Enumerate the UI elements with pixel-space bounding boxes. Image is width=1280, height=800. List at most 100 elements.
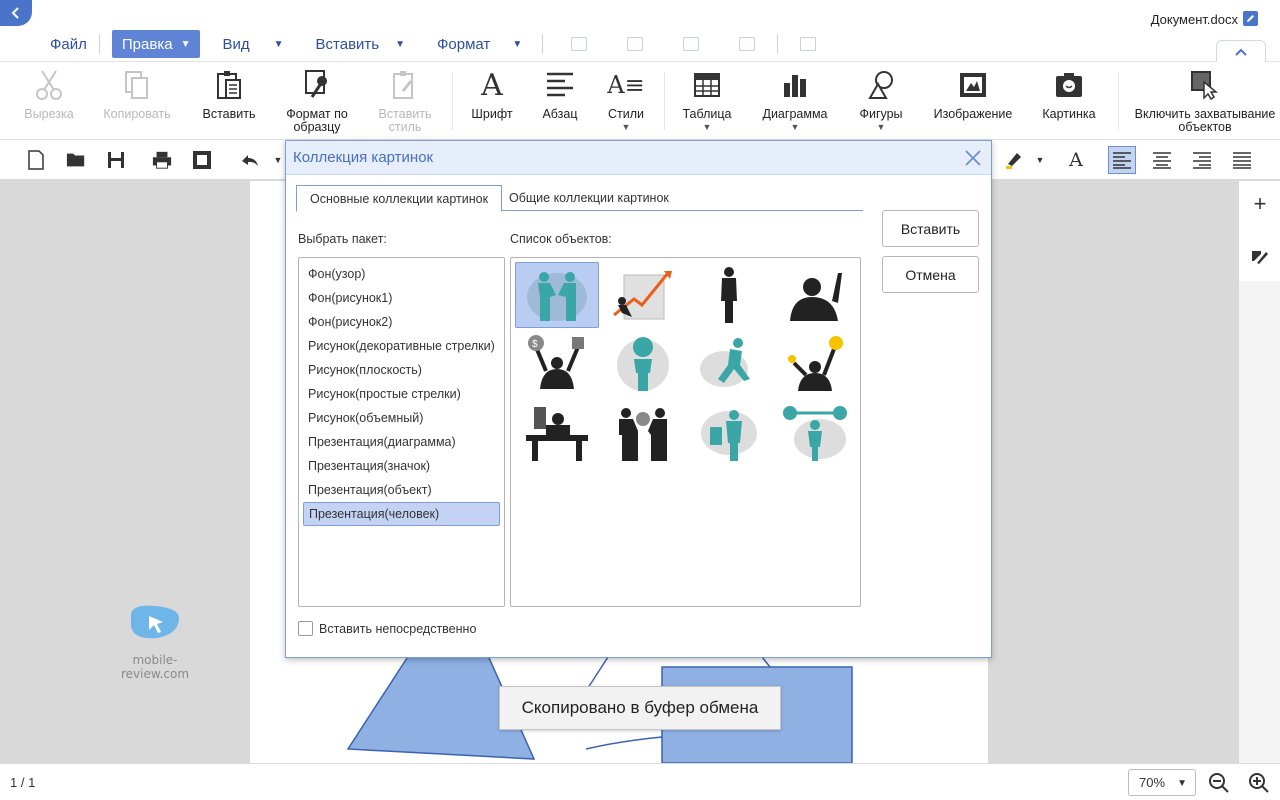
edit-title-icon[interactable] [1243,11,1258,26]
clipart-desk-worker[interactable] [515,400,599,466]
list-item[interactable]: Рисунок(декоративные стрелки) [303,334,500,358]
collapse-ribbon-button[interactable] [1216,40,1266,62]
menu-format-label: Формат [437,35,491,53]
clipart-globe-holder[interactable] [601,330,685,396]
chart-button[interactable]: Диаграмма ▼ [758,68,832,134]
image-label: Изображение [933,107,1013,121]
list-item-selected[interactable]: Презентация(человек) [303,502,500,526]
shapes-icon [864,68,898,102]
copy-button[interactable]: Копировать [100,68,174,121]
direct-insert-option[interactable]: Вставить непосредственно [298,621,476,636]
chart-icon[interactable] [627,37,644,51]
back-button[interactable] [0,0,32,26]
list-item[interactable]: Рисунок(простые стрелки) [303,382,500,406]
chevron-down-icon: ▼ [790,122,800,132]
clipart-money-bags[interactable]: $ [515,330,599,396]
cancel-button[interactable]: Отмена [882,256,979,293]
edit-note-icon[interactable] [1251,247,1269,265]
tab-shared-collections[interactable]: Общие коллекции картинок [496,185,682,211]
menu-insert[interactable]: Вставить ▼ [306,30,416,58]
direct-insert-checkbox[interactable] [298,621,313,636]
align-center-icon[interactable] [1152,150,1172,170]
objects-label: Список объектов: [510,232,612,246]
list-item[interactable]: Рисунок(плоскость) [303,358,500,382]
image-button[interactable]: Изображение [930,68,1016,121]
list-item[interactable]: Презентация(объект) [303,478,500,502]
save-icon[interactable] [106,150,126,170]
chevron-down-icon: ▼ [273,38,284,50]
table-button[interactable]: Таблица ▼ [680,68,734,134]
image-icon [956,68,990,102]
connector-line[interactable] [585,736,663,750]
undo-icon[interactable] [240,150,260,170]
insert-button[interactable]: Вставить [882,210,979,247]
menu-view-label: Вид [222,35,250,53]
list-item[interactable]: Фон(рисунок2) [303,310,500,334]
connector-line[interactable] [761,656,771,668]
shapes-icon[interactable] [739,37,756,51]
list-item[interactable]: Фон(рисунок1) [303,286,500,310]
align-justify-icon[interactable] [1232,150,1252,170]
menu-separator [98,34,100,54]
picture-icon[interactable] [800,37,817,51]
list-item[interactable]: Фон(узор) [303,262,500,286]
shapes-button[interactable]: Фигуры ▼ [854,68,908,134]
menu-view[interactable]: Вид ▼ [212,30,293,58]
image-icon[interactable] [683,37,700,51]
package-label: Выбрать пакет: [298,232,387,246]
open-folder-icon[interactable] [66,150,86,170]
font-button[interactable]: A Шрифт [468,68,516,121]
styles-button[interactable]: A≡ Стили ▼ [604,68,648,134]
clipart-running-man[interactable] [687,330,771,396]
list-item[interactable]: Рисунок(объемный) [303,406,500,430]
chart-label: Диаграмма [762,107,828,121]
paste-style-button[interactable]: Вставить стиль [372,68,438,134]
tab-basic-collections[interactable]: Основные коллекции картинок [296,185,503,212]
package-list[interactable]: Фон(узор) Фон(рисунок1) Фон(рисунок2) Ри… [298,257,505,607]
clipart-briefcase-man[interactable] [687,400,771,466]
menu-file[interactable]: Файл [40,30,97,58]
new-document-icon[interactable] [26,150,46,170]
clipart-handshake[interactable] [515,262,599,328]
plus-icon[interactable]: + [1251,191,1269,216]
paste-style-label: Вставить стиль [378,107,432,134]
chevron-down-icon: ▼ [621,122,631,132]
menu-format[interactable]: Формат ▼ [427,30,532,58]
picture-button[interactable]: Картинка [1038,68,1100,121]
menu-edit-label: Правка [121,35,173,53]
clipart-growth-chart[interactable] [601,262,685,328]
cut-button[interactable]: Вырезка [22,68,76,121]
capture-objects-button[interactable]: Включить захватывание объектов [1132,68,1278,134]
chevron-down-icon[interactable]: ▼ [1030,150,1050,170]
paste-button[interactable]: Вставить [200,68,258,121]
object-grid[interactable]: $ [510,257,861,607]
menu-edit[interactable]: Правка ▼ [111,30,201,58]
close-icon[interactable] [963,148,983,168]
clipart-money-exchange[interactable] [601,400,685,466]
page-view-icon[interactable] [192,150,212,170]
styles-icon: A≡ [607,70,645,99]
dialog-title: Коллекция картинок [293,149,434,166]
table-icon[interactable] [571,37,588,51]
zoom-select[interactable]: 70% ▼ [1128,769,1196,796]
zoom-in-icon[interactable] [1248,772,1270,794]
clipart-weightlifter[interactable] [773,400,857,466]
clipart-businessman[interactable] [687,262,771,328]
clipart-manager-pointing[interactable] [773,262,857,328]
chevron-down-icon: ▼ [702,122,712,132]
shapes-label: Фигуры [859,107,903,121]
list-item[interactable]: Презентация(значок) [303,454,500,478]
align-left-icon[interactable] [1108,146,1136,174]
format-painter-button[interactable]: Формат по образцу [280,68,354,134]
table-label: Таблица [682,107,732,121]
highlighter-icon[interactable] [1004,150,1024,170]
font-color-icon[interactable]: A [1066,149,1086,171]
list-item[interactable]: Презентация(диаграмма) [303,430,500,454]
print-icon[interactable] [152,150,172,170]
paragraph-button[interactable]: Абзац [538,68,582,121]
align-right-icon[interactable] [1192,150,1212,170]
clipart-idea-bulbs[interactable] [773,330,857,396]
zoom-out-icon[interactable] [1208,772,1230,794]
chevron-down-icon: ▼ [180,38,191,50]
cut-label: Вырезка [24,107,74,121]
